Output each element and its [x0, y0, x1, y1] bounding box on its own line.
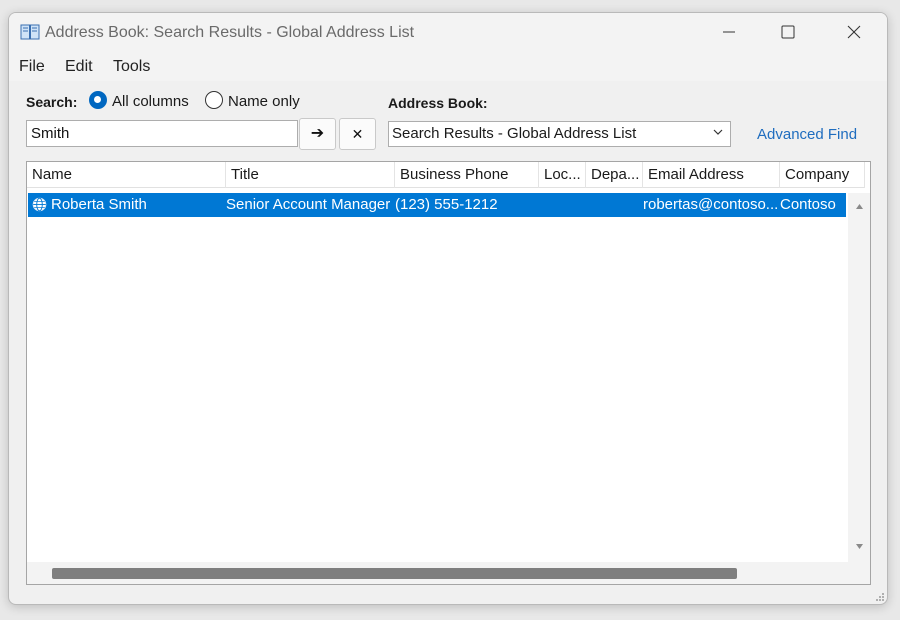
minimize-button[interactable] [714, 21, 744, 45]
address-book-icon [20, 24, 40, 40]
column-header-name[interactable]: Name [27, 162, 226, 188]
scroll-up-icon[interactable] [855, 203, 864, 210]
globe-user-icon [32, 197, 47, 212]
column-header-department[interactable]: Depa... [586, 162, 643, 188]
advanced-find-link[interactable]: Advanced Find [757, 126, 857, 143]
address-book-selected: Search Results - Global Address List [392, 125, 637, 142]
cell-title: Senior Account Manager [226, 196, 391, 213]
menu-bar: File Edit Tools [9, 55, 887, 81]
column-header-business-phone[interactable]: Business Phone [395, 162, 539, 188]
column-header-row: Name Title Business Phone Loc... Depa...… [27, 162, 865, 188]
arrow-right-icon: ➔ [310, 125, 325, 142]
chevron-down-icon [713, 129, 723, 135]
scrollbar-corner [848, 562, 870, 584]
cell-business-phone: (123) 555-1212 [395, 196, 498, 213]
table-row[interactable]: Roberta Smith Senior Account Manager (12… [28, 193, 846, 217]
scroll-down-icon[interactable] [855, 543, 864, 550]
minimize-icon [723, 31, 735, 33]
resize-grip-icon[interactable] [873, 590, 885, 602]
name-only-label[interactable]: Name only [228, 93, 300, 110]
go-button[interactable]: ➔ [299, 118, 336, 150]
results-list[interactable]: Name Title Business Phone Loc... Depa...… [26, 161, 871, 585]
column-header-email[interactable]: Email Address [643, 162, 780, 188]
menu-file[interactable]: File [19, 58, 45, 76]
horizontal-scroll-thumb[interactable] [52, 568, 737, 579]
window-title: Address Book: Search Results - Global Ad… [45, 24, 415, 41]
column-header-company[interactable]: Company [780, 162, 865, 188]
maximize-icon [781, 25, 795, 39]
search-label: Search: [26, 94, 78, 110]
vertical-scrollbar[interactable] [848, 193, 870, 562]
close-icon [847, 25, 861, 39]
horizontal-scrollbar[interactable] [27, 562, 849, 584]
menu-tools[interactable]: Tools [113, 58, 150, 76]
close-window-button[interactable] [839, 21, 869, 45]
column-header-location[interactable]: Loc... [539, 162, 586, 188]
clear-search-button[interactable]: ✕ [339, 118, 376, 150]
all-columns-radio[interactable] [89, 91, 107, 109]
cell-company: Contoso [780, 196, 836, 213]
column-header-title[interactable]: Title [226, 162, 395, 188]
menu-edit[interactable]: Edit [65, 58, 93, 76]
title-bar: Address Book: Search Results - Global Ad… [9, 13, 887, 55]
address-book-label: Address Book: [388, 95, 488, 111]
cell-name: Roberta Smith [51, 196, 147, 213]
search-input[interactable] [26, 120, 298, 147]
all-columns-label[interactable]: All columns [112, 93, 189, 110]
address-book-dropdown[interactable]: Search Results - Global Address List [388, 121, 731, 147]
clear-icon: ✕ [351, 126, 364, 142]
maximize-button[interactable] [773, 21, 803, 45]
name-only-radio[interactable] [205, 91, 223, 109]
cell-email: robertas@contoso... [643, 196, 777, 213]
address-book-window: Address Book: Search Results - Global Ad… [8, 12, 888, 605]
